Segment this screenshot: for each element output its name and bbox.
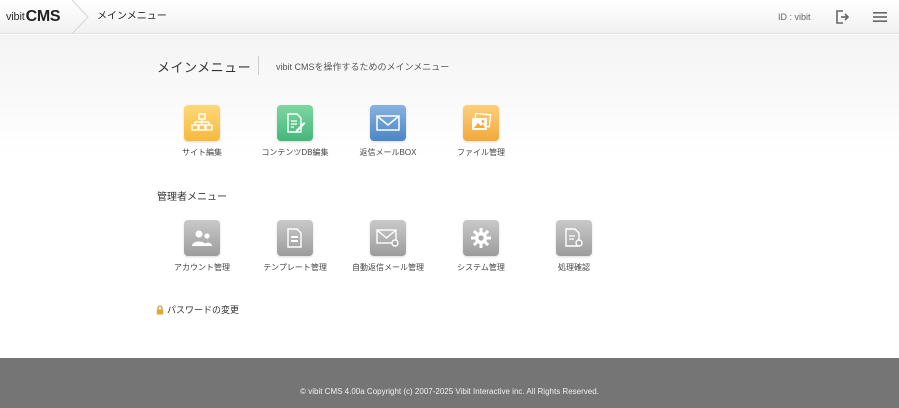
breadcrumb-separator-icon — [71, 0, 89, 34]
tile-system-management[interactable]: システム管理 — [441, 220, 521, 273]
tile-process-check[interactable]: 処理確認 — [534, 220, 614, 273]
document-settings-icon — [556, 220, 592, 256]
image-files-icon — [463, 105, 499, 141]
logo-small-text: vibit — [6, 11, 25, 23]
template-icon — [277, 220, 313, 256]
gear-icon — [463, 220, 499, 256]
password-change-link[interactable]: パスワードの変更 — [156, 303, 239, 316]
mail-icon — [370, 105, 406, 141]
logout-button[interactable] — [833, 8, 851, 26]
tile-label: ファイル管理 — [457, 148, 505, 157]
password-change-label: パスワードの変更 — [167, 305, 240, 315]
tile-file-management[interactable]: ファイル管理 — [441, 105, 521, 158]
footer: © vibit CMS 4.00a Copyright (c) 2007-202… — [0, 358, 899, 408]
users-icon — [184, 220, 220, 256]
tile-template-management[interactable]: テンプレート管理 — [255, 220, 335, 273]
tile-label: 処理確認 — [558, 263, 590, 272]
logo-big-text: CMS — [25, 8, 61, 25]
logout-icon — [836, 10, 850, 24]
main-content: メインメニュー vibit CMSを操作するためのメインメニュー サイト編集 コ… — [0, 35, 899, 358]
lock-icon — [156, 304, 164, 315]
hamburger-menu-button[interactable] — [871, 8, 889, 26]
tile-content-db-edit[interactable]: コンテンツDB編集 — [255, 105, 335, 158]
page-title: メインメニュー — [157, 60, 252, 75]
mail-settings-icon — [370, 220, 406, 256]
hamburger-icon — [873, 12, 887, 22]
tile-account-management[interactable]: アカウント管理 — [162, 220, 242, 273]
admin-section-title: 管理者メニュー — [157, 192, 227, 203]
tile-label: システム管理 — [457, 263, 505, 272]
title-divider — [258, 56, 259, 75]
logo[interactable]: vibit CMS — [0, 0, 72, 34]
sitemap-icon — [184, 105, 220, 141]
tile-reply-mailbox[interactable]: 返信メールBOX — [348, 105, 428, 158]
tile-label: アカウント管理 — [174, 263, 230, 272]
tile-auto-reply-mail-management[interactable]: 自動返信メール管理 — [348, 220, 428, 273]
user-id-label: ID : vibit — [778, 12, 811, 22]
top-header: vibit CMS メインメニュー ID : vibit — [0, 0, 899, 34]
copyright-text: © vibit CMS 4.00a Copyright (c) 2007-202… — [300, 387, 599, 396]
tile-site-edit[interactable]: サイト編集 — [162, 105, 242, 158]
page-description: vibit CMSを操作するためのメインメニュー — [276, 62, 450, 72]
breadcrumb[interactable]: メインメニュー — [97, 0, 167, 34]
tile-label: テンプレート管理 — [263, 263, 327, 272]
tile-label: コンテンツDB編集 — [261, 148, 329, 157]
tile-label: 返信メールBOX — [359, 148, 417, 157]
tile-label: 自動返信メール管理 — [352, 263, 424, 272]
document-edit-icon — [277, 105, 313, 141]
tile-label: サイト編集 — [182, 148, 222, 157]
